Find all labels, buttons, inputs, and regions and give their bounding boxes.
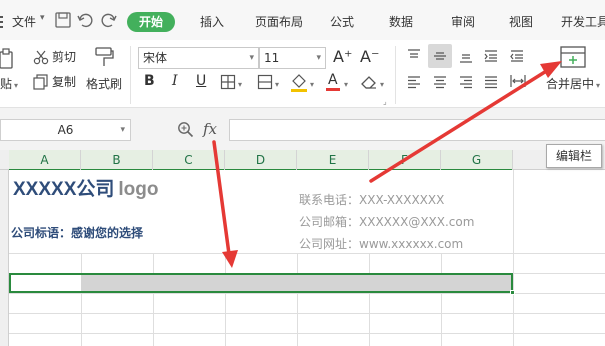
grid-line (9, 253, 605, 254)
copy-icon[interactable] (33, 74, 49, 90)
tab-review[interactable]: 审阅 (451, 14, 475, 30)
tab-home[interactable]: 开始 (127, 12, 176, 32)
align-right-icon[interactable] (458, 74, 474, 90)
fill-color-icon[interactable] (290, 72, 308, 92)
paste-button-label[interactable]: 贴 (0, 77, 12, 91)
phone-cell[interactable]: 联系电话：XXX-XXXXXXX (299, 192, 444, 208)
scissors-icon[interactable] (33, 49, 49, 65)
column-header-a[interactable]: A (9, 150, 81, 171)
ribbon-toolbar: 贴 ▾ 剪切 复制 格式刷 宋体 ▾ 11 ▾ A⁺ A⁻ B I U ▾ ▾ … (0, 40, 605, 108)
italic-button[interactable]: I (172, 73, 178, 89)
tab-data[interactable]: 数据 (389, 14, 413, 30)
align-top-icon[interactable] (406, 48, 422, 64)
merge-cell-icon[interactable] (257, 74, 273, 90)
company-name: XXXXX公司 (13, 179, 115, 200)
save-icon[interactable] (54, 11, 72, 29)
indent-icon[interactable] (509, 48, 525, 64)
menu-icon[interactable] (0, 15, 3, 29)
chevron-down-icon[interactable]: ▾ (238, 78, 242, 92)
chevron-down-icon: ▾ (249, 53, 254, 63)
chevron-down-icon[interactable]: ▾ (275, 78, 279, 92)
website-cell[interactable]: 公司网址：www.xxxxxx.com (299, 236, 463, 252)
border-icon[interactable] (220, 74, 236, 90)
align-center-icon[interactable] (432, 74, 448, 90)
font-name-value: 宋体 (143, 51, 168, 65)
grid-line (9, 333, 605, 334)
name-box-value: A6 (57, 123, 74, 137)
undo-icon[interactable] (76, 11, 94, 29)
grid-line (513, 170, 514, 346)
chevron-down-icon[interactable]: ▾ (596, 79, 600, 93)
font-name-select[interactable]: 宋体 ▾ (138, 47, 259, 69)
column-header-c[interactable]: C (153, 150, 225, 171)
tab-formulas[interactable]: 公式 (330, 14, 354, 30)
grid-line (9, 313, 605, 314)
chevron-down-icon[interactable]: ▾ (14, 79, 18, 93)
align-middle-icon (434, 52, 446, 60)
font-size-select[interactable]: 11 ▾ (259, 47, 326, 69)
chevron-down-icon[interactable]: ▾ (310, 78, 314, 92)
file-menu[interactable]: 文件 (12, 14, 36, 30)
column-header-row: A B C D E F G (0, 150, 605, 171)
text-direction-icon[interactable] (483, 48, 499, 64)
spreadsheet-grid[interactable]: XXXXX公司 logo 公司标语：感谢您的选择 联系电话：XXX-XXXXXXX… (9, 170, 605, 346)
align-left-icon[interactable] (406, 74, 422, 90)
email-cell[interactable]: 公司邮箱：XXXXXX@XXX.com (299, 214, 474, 230)
align-middle-button[interactable] (428, 44, 452, 68)
align-bottom-icon[interactable] (458, 48, 474, 64)
logo-placeholder: logo (118, 179, 159, 200)
insert-function-button[interactable]: fx (203, 120, 217, 138)
justify-icon[interactable] (483, 74, 499, 90)
tab-developer[interactable]: 开发工具 (561, 14, 605, 30)
grid-line (9, 293, 605, 294)
chevron-down-icon: ▾ (120, 125, 125, 135)
distributed-align-icon[interactable] (509, 72, 527, 90)
column-header-f[interactable]: F (369, 150, 441, 171)
tab-page-layout[interactable]: 页面布局 (255, 14, 303, 30)
paste-icon[interactable] (0, 48, 14, 70)
chevron-down-icon: ▾ (316, 53, 321, 63)
column-header-d[interactable]: D (225, 150, 297, 171)
zoom-search-icon[interactable] (177, 121, 194, 138)
font-dialog-launcher-icon[interactable]: ⌟ (383, 95, 387, 109)
formula-bar: A6 ▾ fx (0, 108, 605, 150)
chevron-down-icon[interactable]: ▾ (380, 78, 384, 92)
copy-button[interactable]: 复制 (52, 75, 76, 89)
merge-center-icon[interactable] (560, 46, 586, 68)
ribbon-divider (130, 46, 131, 104)
bold-button[interactable]: B (144, 73, 155, 89)
column-header-b[interactable]: B (81, 150, 153, 171)
merge-center-button[interactable]: 合并居中 (546, 77, 594, 91)
format-painter-icon[interactable] (93, 46, 115, 68)
chevron-down-icon[interactable]: ▾ (344, 78, 348, 92)
chevron-down-icon[interactable]: ▾ (40, 13, 45, 23)
row-header-column[interactable] (0, 170, 9, 346)
column-header-g[interactable]: G (441, 150, 513, 171)
eraser-icon[interactable] (360, 73, 378, 91)
ribbon-divider (395, 46, 396, 104)
company-name-cell[interactable]: XXXXX公司 logo (13, 177, 158, 203)
edit-bar-tooltip: 编辑栏 (546, 144, 602, 168)
tab-insert[interactable]: 插入 (200, 14, 224, 30)
font-size-value: 11 (264, 51, 280, 65)
slogan-cell[interactable]: 公司标语：感谢您的选择 (11, 225, 143, 241)
name-box[interactable]: A6 ▾ (0, 119, 131, 141)
fill-handle[interactable] (510, 290, 515, 295)
redo-icon[interactable] (100, 11, 118, 29)
tab-view[interactable]: 视图 (509, 14, 533, 30)
formula-input[interactable] (229, 119, 605, 141)
font-color-button[interactable]: A (326, 72, 340, 91)
cut-button[interactable]: 剪切 (52, 50, 76, 64)
menu-bar: 文件 ▾ 开始 插入 页面布局 公式 数据 审阅 视图 开发工具 (0, 0, 605, 40)
shrink-font-button[interactable]: A⁻ (360, 48, 379, 66)
selected-range-border[interactable] (9, 273, 513, 293)
format-painter-button[interactable]: 格式刷 (86, 77, 122, 91)
underline-button[interactable]: U (196, 73, 206, 89)
column-header-e[interactable]: E (297, 150, 369, 171)
grow-font-button[interactable]: A⁺ (333, 48, 352, 66)
